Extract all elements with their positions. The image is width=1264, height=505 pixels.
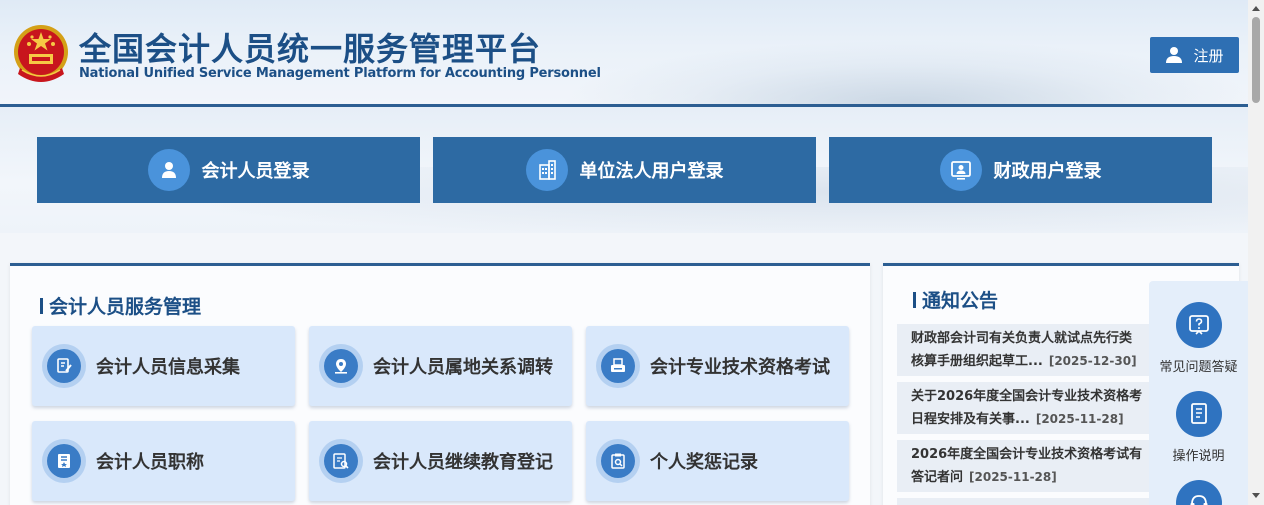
operation-guide-button[interactable]: 操作说明	[1149, 391, 1248, 464]
service-label: 会计人员继续教育登记	[373, 452, 553, 473]
headset-icon	[1175, 480, 1222, 505]
service-card-territorial-transfer[interactable]: 会计人员属地关系调转	[309, 326, 572, 406]
login-label: 单位法人用户登录	[579, 161, 724, 182]
register-label: 注册	[1193, 46, 1224, 65]
page-header: 全国会计人员统一服务管理平台 National Unified Service …	[0, 0, 1248, 107]
national-emblem-icon	[14, 25, 68, 82]
notice-date: [2025-11-28]	[969, 470, 1057, 484]
notice-line2: 核算手册组织起草工...	[911, 354, 1043, 369]
scrollbar-thumb[interactable]	[1252, 17, 1260, 103]
printer-doc-icon	[596, 344, 640, 388]
notices-title-text: 通知公告	[922, 290, 999, 312]
notices-section-title: 通知公告	[913, 286, 998, 313]
scroll-up-arrow-icon[interactable]	[1252, 6, 1260, 11]
login-band: 会计人员登录 单位法人用户登录 财政用户登录	[0, 107, 1248, 233]
service-label: 会计人员属地关系调转	[373, 357, 553, 378]
service-card-professional-title[interactable]: 会计人员职称	[32, 421, 295, 501]
service-card-qualification-exam[interactable]: 会计专业技术资格考试	[586, 326, 849, 406]
notice-date: [2025-12-30]	[1048, 354, 1137, 368]
certificate-icon	[42, 439, 86, 483]
float-item-label: 操作说明	[1172, 449, 1225, 464]
faq-button[interactable]: 常见问题答疑	[1149, 302, 1248, 375]
search-doc-icon	[319, 439, 363, 483]
service-card-rewards-records[interactable]: 个人奖惩记录	[586, 421, 849, 501]
clipboard-search-icon	[596, 439, 640, 483]
services-title-text: 会计人员服务管理	[49, 296, 202, 318]
customer-service-button[interactable]	[1149, 480, 1248, 505]
question-icon	[1175, 302, 1222, 348]
notice-date: [2025-11-28]	[1035, 412, 1124, 426]
book-icon	[1175, 391, 1222, 437]
user-icon	[147, 149, 190, 191]
legal-entity-login-button[interactable]: 单位法人用户登录	[433, 137, 816, 203]
user-icon	[1166, 47, 1183, 63]
accountant-login-button[interactable]: 会计人员登录	[37, 137, 420, 203]
float-item-label: 常见问题答疑	[1159, 360, 1238, 375]
service-label: 会计专业技术资格考试	[650, 357, 830, 378]
scroll-down-arrow-icon[interactable]	[1252, 493, 1260, 498]
title-bar-marker	[913, 291, 916, 308]
platform-title-cn: 全国会计人员统一服务管理平台	[79, 30, 542, 68]
floating-help-menu: 常见问题答疑 操作说明	[1149, 281, 1248, 505]
page-scrollbar[interactable]	[1248, 0, 1264, 505]
service-label: 个人奖惩记录	[650, 452, 758, 473]
services-section-title: 会计人员服务管理	[40, 292, 201, 319]
service-label: 会计人员职称	[96, 452, 204, 473]
edit-doc-icon	[42, 344, 86, 388]
title-bar-marker	[40, 297, 43, 314]
notice-line2: 日程安排及有关事...	[911, 412, 1030, 427]
platform-title-en: National Unified Service Management Plat…	[79, 66, 601, 81]
notice-line2: 答记者问	[911, 470, 964, 485]
service-card-continuing-education[interactable]: 会计人员继续教育登记	[309, 421, 572, 501]
finance-user-login-button[interactable]: 财政用户登录	[829, 137, 1212, 203]
building-icon	[525, 149, 568, 191]
services-panel: 会计人员服务管理 会计人员信息采集 会计人员属地关系调转 会计专业技术资格考试 …	[10, 263, 870, 505]
service-card-info-collection[interactable]: 会计人员信息采集	[32, 326, 295, 406]
header-background-mist	[560, 40, 1248, 104]
service-label: 会计人员信息采集	[96, 357, 240, 378]
location-icon	[319, 344, 363, 388]
login-label: 财政用户登录	[993, 161, 1102, 182]
register-button[interactable]: 注册	[1150, 37, 1239, 73]
login-label: 会计人员登录	[201, 161, 310, 182]
monitor-user-icon	[939, 149, 982, 191]
